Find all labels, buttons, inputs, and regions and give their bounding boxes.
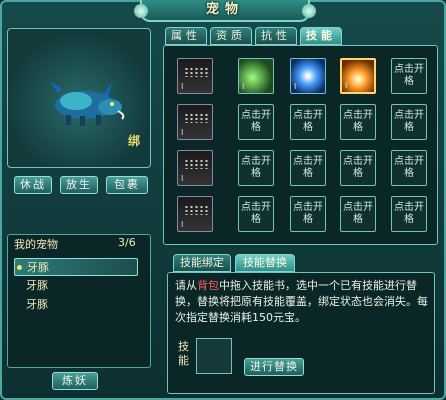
- replace-button[interactable]: 进行替换: [244, 358, 304, 376]
- boar-pet-icon: [50, 81, 125, 126]
- tab-resistance[interactable]: 抗性: [255, 27, 297, 45]
- pet-list-item[interactable]: 牙豚: [14, 277, 138, 295]
- open-slot-button[interactable]: 点击开格: [290, 196, 326, 232]
- backpack-highlight: 背包: [197, 279, 219, 292]
- skill-book-slot[interactable]: I: [177, 58, 213, 94]
- title-left-orb-icon: [134, 4, 148, 18]
- open-slot-button[interactable]: 点击开格: [238, 104, 274, 140]
- tab-skill-replace[interactable]: 技能替换: [235, 254, 295, 272]
- open-slot-button[interactable]: 点击开格: [391, 58, 427, 94]
- rain-icon: [184, 67, 208, 77]
- tab-attributes[interactable]: 属性: [165, 27, 207, 45]
- open-slot-button[interactable]: 点击开格: [340, 196, 376, 232]
- open-slot-button[interactable]: 点击开格: [290, 104, 326, 140]
- skill-slot-label: 技能: [178, 340, 189, 367]
- open-slot-button[interactable]: 点击开格: [238, 150, 274, 186]
- pet-list-count: 3/6: [118, 236, 136, 249]
- tab-skills[interactable]: 技能: [300, 27, 342, 45]
- pet-list-item[interactable]: 牙豚: [14, 296, 138, 314]
- bound-marker: 绑: [127, 134, 140, 148]
- rest-button[interactable]: 休战: [14, 176, 52, 194]
- bag-button[interactable]: 包裹: [106, 176, 148, 194]
- release-button[interactable]: 放生: [60, 176, 98, 194]
- title-right-orb-icon: [302, 4, 316, 18]
- skill-book-slot[interactable]: I: [177, 196, 213, 232]
- rain-icon: [184, 159, 208, 169]
- open-slot-button[interactable]: 点击开格: [391, 196, 427, 232]
- selected-dot-icon: [17, 265, 22, 270]
- replace-description: 请从背包中拖入技能书，选中一个已有技能进行替换，替换将把原有技能覆盖，绑定状态也…: [175, 279, 428, 324]
- open-slot-button[interactable]: 点击开格: [340, 104, 376, 140]
- pet-portrait: 绑: [7, 28, 151, 168]
- rain-icon: [184, 113, 208, 123]
- blue-light-skill-icon[interactable]: I: [290, 58, 326, 94]
- replace-skill-slot[interactable]: [196, 338, 232, 374]
- pet-list-item[interactable]: 牙豚: [14, 258, 138, 276]
- tab-aptitude[interactable]: 资质: [210, 27, 252, 45]
- pet-list-header: 我的宠物: [14, 238, 58, 251]
- refine-button[interactable]: 炼妖: [52, 372, 98, 390]
- skill-book-slot[interactable]: I: [177, 104, 213, 140]
- open-slot-button[interactable]: 点击开格: [391, 150, 427, 186]
- open-slot-button[interactable]: 点击开格: [290, 150, 326, 186]
- open-slot-button[interactable]: 点击开格: [340, 150, 376, 186]
- open-slot-button[interactable]: 点击开格: [238, 196, 274, 232]
- orange-fire-skill-icon[interactable]: I: [340, 58, 376, 94]
- rain-icon: [184, 205, 208, 215]
- open-slot-button[interactable]: 点击开格: [391, 104, 427, 140]
- window-title: 宠物: [134, 0, 316, 22]
- skill-book-slot[interactable]: I: [177, 150, 213, 186]
- green-vine-skill-icon[interactable]: I: [238, 58, 274, 94]
- tab-skill-bind[interactable]: 技能绑定: [173, 254, 231, 272]
